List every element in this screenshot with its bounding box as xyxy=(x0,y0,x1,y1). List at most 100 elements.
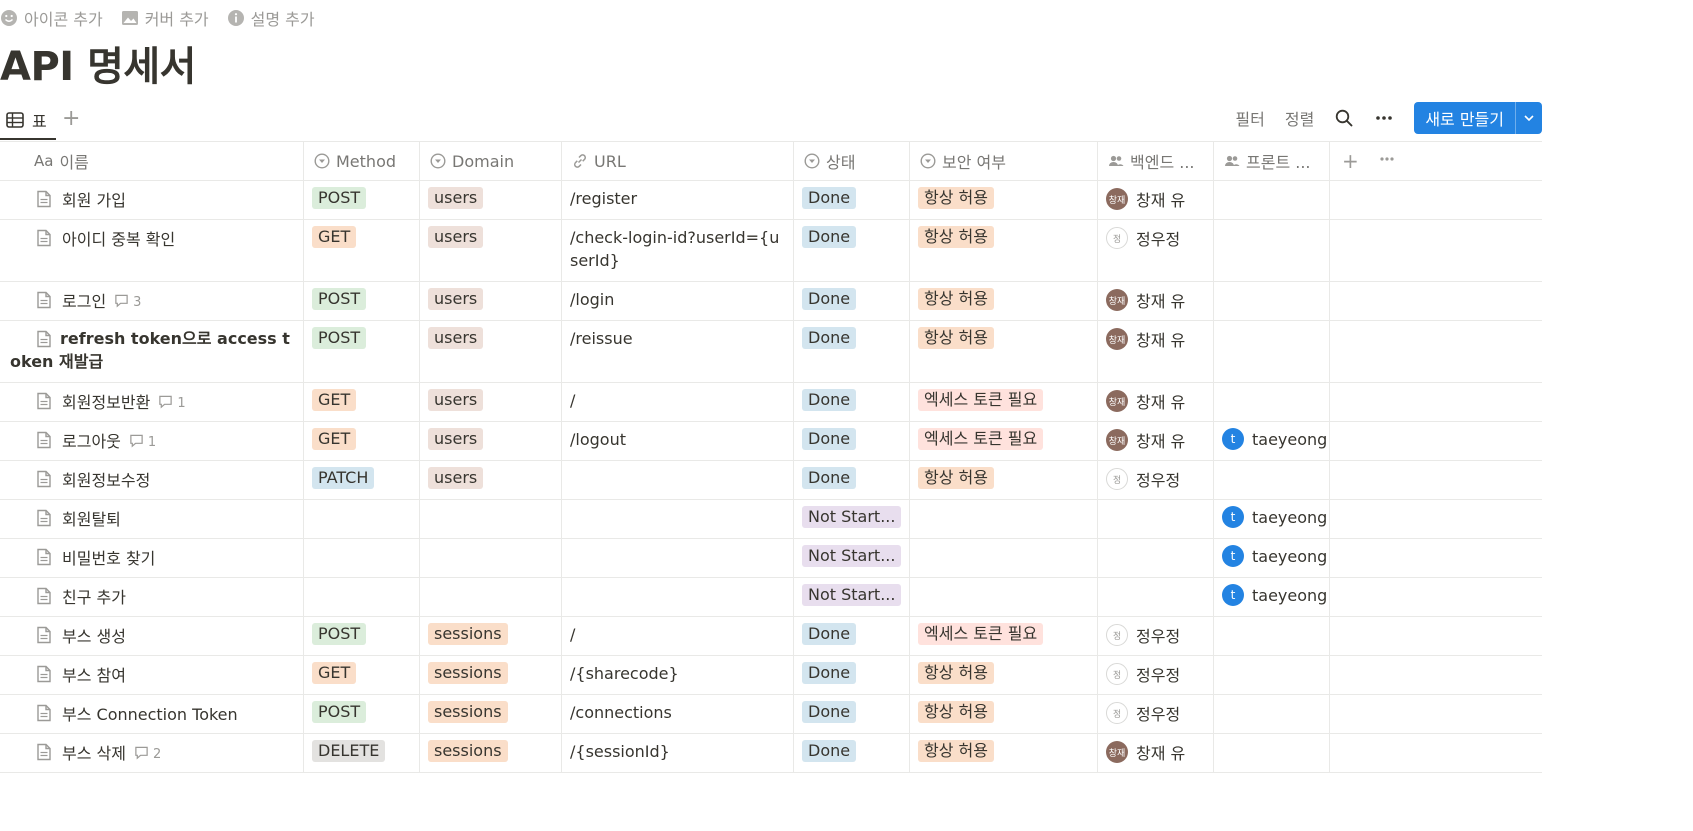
cell-method[interactable]: POST xyxy=(304,321,420,382)
page-title[interactable]: API 명세서 xyxy=(0,34,196,92)
add-view-icon[interactable]: + xyxy=(62,108,80,130)
cell-status[interactable]: Done xyxy=(794,321,910,382)
row-title[interactable]: 아이디 중복 확인 xyxy=(36,226,175,250)
row-title[interactable]: 회원정보수정 xyxy=(36,467,150,491)
cell-domain[interactable]: users xyxy=(420,220,562,281)
cell-url[interactable]: /connections xyxy=(562,695,794,733)
cell-method[interactable]: GET xyxy=(304,383,420,421)
cell-method[interactable]: GET xyxy=(304,656,420,694)
cell-backend[interactable]: 창재 창재 유 xyxy=(1098,321,1214,382)
cell-domain[interactable]: users xyxy=(420,181,562,219)
cell-security[interactable] xyxy=(910,500,1098,538)
add-description-button[interactable]: 설명 추가 xyxy=(227,6,315,30)
cell-security[interactable] xyxy=(910,539,1098,577)
col-header-method[interactable]: Method xyxy=(304,142,420,180)
cell-backend[interactable]: 창재 창재 유 xyxy=(1098,383,1214,421)
cell-name[interactable]: 회원정보수정 xyxy=(0,461,304,499)
cell-method[interactable]: DELETE xyxy=(304,734,420,772)
cell-name[interactable]: refresh token으로 access token 재발급 xyxy=(0,321,304,382)
cell-backend[interactable]: 정 정우정 xyxy=(1098,220,1214,281)
cell-name[interactable]: 로그아웃 1 xyxy=(0,422,304,460)
cell-backend[interactable]: 정 정우정 xyxy=(1098,656,1214,694)
cell-status[interactable]: Done xyxy=(794,220,910,281)
cell-domain[interactable] xyxy=(420,539,562,577)
cell-method[interactable] xyxy=(304,578,420,616)
cell-url[interactable]: /register xyxy=(562,181,794,219)
tab-table[interactable]: 표 xyxy=(6,108,47,132)
cell-backend[interactable] xyxy=(1098,539,1214,577)
add-property-icon[interactable]: + xyxy=(1342,149,1359,173)
cell-security[interactable]: 항상 허용 xyxy=(910,282,1098,320)
cell-frontend[interactable] xyxy=(1214,220,1330,281)
cell-name[interactable]: 친구 추가 xyxy=(0,578,304,616)
cell-status[interactable]: Done xyxy=(794,282,910,320)
cell-name[interactable]: 비밀번호 찾기 xyxy=(0,539,304,577)
cell-domain[interactable]: users xyxy=(420,461,562,499)
cell-status[interactable]: Not Start... xyxy=(794,578,910,616)
cell-security[interactable]: 항상 허용 xyxy=(910,220,1098,281)
new-button[interactable]: 새로 만들기 xyxy=(1414,102,1542,134)
cell-method[interactable]: GET xyxy=(304,220,420,281)
cell-domain[interactable]: sessions xyxy=(420,734,562,772)
comment-count[interactable]: 2 xyxy=(134,745,161,764)
cell-name[interactable]: 회원 가입 xyxy=(0,181,304,219)
cell-domain[interactable]: sessions xyxy=(420,617,562,655)
cell-method[interactable] xyxy=(304,539,420,577)
row-title[interactable]: refresh token으로 access token 재발급 xyxy=(10,327,295,373)
cell-security[interactable]: 엑세스 토큰 필요 xyxy=(910,617,1098,655)
cell-security[interactable]: 항상 허용 xyxy=(910,656,1098,694)
cell-status[interactable]: Done xyxy=(794,422,910,460)
cell-domain[interactable]: sessions xyxy=(420,656,562,694)
cell-security[interactable]: 엑세스 토큰 필요 xyxy=(910,422,1098,460)
cell-method[interactable]: PATCH xyxy=(304,461,420,499)
cell-backend[interactable]: 창재 창재 유 xyxy=(1098,734,1214,772)
row-title[interactable]: 회원정보반환 xyxy=(36,389,150,413)
cell-url[interactable] xyxy=(562,461,794,499)
cell-status[interactable]: Done xyxy=(794,181,910,219)
cell-url[interactable]: /check-login-id?userId={userId} xyxy=(562,220,794,281)
chevron-down-icon[interactable] xyxy=(1515,102,1542,134)
add-cover-button[interactable]: 커버 추가 xyxy=(121,6,209,30)
cell-method[interactable] xyxy=(304,500,420,538)
cell-method[interactable]: POST xyxy=(304,617,420,655)
col-header-security[interactable]: 보안 여부 xyxy=(910,142,1098,180)
cell-frontend[interactable] xyxy=(1214,282,1330,320)
cell-url[interactable]: /reissue xyxy=(562,321,794,382)
cell-backend[interactable]: 정 정우정 xyxy=(1098,617,1214,655)
cell-frontend[interactable]: t taeyeong y xyxy=(1214,539,1330,577)
cell-backend[interactable]: 창재 창재 유 xyxy=(1098,282,1214,320)
cell-backend[interactable] xyxy=(1098,578,1214,616)
filter-button[interactable]: 필터 xyxy=(1235,106,1264,130)
row-title[interactable]: 부스 Connection Token xyxy=(36,701,238,725)
cell-url[interactable]: / xyxy=(562,383,794,421)
cell-domain[interactable]: users xyxy=(420,321,562,382)
cell-status[interactable]: Done xyxy=(794,656,910,694)
cell-url[interactable] xyxy=(562,500,794,538)
row-title[interactable]: 비밀번호 찾기 xyxy=(36,545,155,569)
cell-security[interactable]: 항상 허용 xyxy=(910,695,1098,733)
cell-frontend[interactable] xyxy=(1214,181,1330,219)
cell-frontend[interactable] xyxy=(1214,321,1330,382)
col-header-url[interactable]: URL xyxy=(562,142,794,180)
cell-name[interactable]: 부스 참여 xyxy=(0,656,304,694)
cell-frontend[interactable] xyxy=(1214,383,1330,421)
cell-url[interactable]: /{sessionId} xyxy=(562,734,794,772)
sort-button[interactable]: 정렬 xyxy=(1285,106,1314,130)
comment-count[interactable]: 1 xyxy=(158,394,186,413)
cell-status[interactable]: Not Start... xyxy=(794,500,910,538)
cell-frontend[interactable] xyxy=(1214,695,1330,733)
cell-name[interactable]: 로그인 3 xyxy=(0,282,304,320)
cell-domain[interactable] xyxy=(420,500,562,538)
cell-backend[interactable]: 정 정우정 xyxy=(1098,461,1214,499)
cell-backend[interactable]: 정 정우정 xyxy=(1098,695,1214,733)
cell-security[interactable] xyxy=(910,578,1098,616)
cell-method[interactable]: POST xyxy=(304,282,420,320)
comment-count[interactable]: 3 xyxy=(114,293,141,312)
cell-name[interactable]: 회원정보반환 1 xyxy=(0,383,304,421)
cell-frontend[interactable] xyxy=(1214,617,1330,655)
more-properties-icon[interactable] xyxy=(1379,151,1395,171)
cell-domain[interactable]: users xyxy=(420,383,562,421)
col-header-backend[interactable]: 백엔드 ... xyxy=(1098,142,1214,180)
add-icon-button[interactable]: 아이콘 추가 xyxy=(0,6,103,30)
comment-count[interactable]: 1 xyxy=(129,433,156,452)
